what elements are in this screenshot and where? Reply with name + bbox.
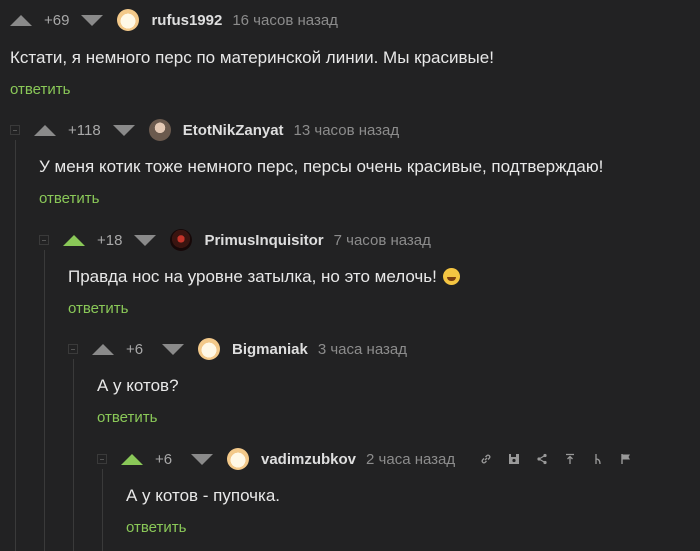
reply-link[interactable]: ответить bbox=[39, 190, 99, 207]
comment-text: Правда нос на уровне затылка, но это мел… bbox=[68, 267, 460, 287]
comment-text: А у котов - пупочка. bbox=[126, 486, 281, 505]
comment-rating: +6 bbox=[126, 340, 144, 358]
comment-rating: +69 bbox=[44, 11, 70, 29]
link-icon[interactable] bbox=[479, 452, 493, 466]
username[interactable]: EtotNikZanyat bbox=[183, 122, 284, 139]
downvote-icon[interactable] bbox=[112, 124, 135, 136]
avatar[interactable] bbox=[148, 119, 171, 141]
username[interactable]: vadimzubkov bbox=[261, 451, 356, 468]
comment-header: +6 Bigmaniak 3 часа назад bbox=[68, 338, 407, 360]
branch-icon[interactable] bbox=[591, 452, 605, 466]
username[interactable]: PrimusInquisitor bbox=[204, 232, 323, 249]
reply-link[interactable]: ответить bbox=[68, 300, 128, 317]
thread-line[interactable] bbox=[15, 140, 16, 551]
comment-tools bbox=[465, 452, 633, 466]
comment-text: Кстати, я немного перс по материнской ли… bbox=[10, 48, 494, 67]
downvote-icon[interactable] bbox=[191, 453, 213, 465]
upvote-icon[interactable] bbox=[10, 14, 32, 26]
comment-time[interactable]: 3 часа назад bbox=[318, 341, 407, 358]
reply-link[interactable]: ответить bbox=[97, 409, 157, 426]
comment-time[interactable]: 7 часов назад bbox=[334, 232, 431, 249]
goto-parent-icon[interactable] bbox=[563, 452, 577, 466]
upvote-icon[interactable] bbox=[34, 124, 56, 136]
comment-time[interactable]: 2 часа назад bbox=[366, 451, 455, 468]
thread-line[interactable] bbox=[102, 469, 103, 551]
laughing-emoji-icon bbox=[442, 268, 460, 285]
username[interactable]: rufus1992 bbox=[151, 12, 222, 29]
comment-rating: +6 bbox=[155, 450, 173, 468]
comment-header: +6 vadimzubkov 2 часа назад bbox=[97, 448, 633, 470]
avatar[interactable] bbox=[227, 448, 249, 470]
downvote-icon[interactable] bbox=[81, 14, 104, 26]
comment-header: +18 PrimusInquisitor 7 часов назад bbox=[39, 229, 431, 251]
avatar[interactable] bbox=[170, 229, 193, 251]
avatar[interactable] bbox=[198, 338, 220, 360]
comment-rating: +18 bbox=[97, 231, 123, 249]
downvote-icon[interactable] bbox=[134, 234, 157, 246]
comment-header: +69 rufus1992 16 часов назад bbox=[10, 9, 338, 31]
collapse-button[interactable] bbox=[10, 125, 20, 135]
collapse-button[interactable] bbox=[39, 235, 49, 245]
comment-time[interactable]: 13 часов назад bbox=[294, 122, 400, 139]
upvote-icon[interactable] bbox=[121, 453, 143, 465]
reply-link[interactable]: ответить bbox=[10, 81, 70, 98]
upvote-icon[interactable] bbox=[92, 343, 114, 355]
comment-text: У меня котик тоже немного перс, персы оч… bbox=[39, 157, 604, 176]
thread-line[interactable] bbox=[44, 250, 45, 551]
username[interactable]: Bigmaniak bbox=[232, 341, 308, 358]
upvote-icon[interactable] bbox=[63, 234, 85, 246]
report-flag-icon[interactable] bbox=[619, 452, 633, 466]
share-icon[interactable] bbox=[535, 452, 549, 466]
comment-text: А у котов? bbox=[97, 376, 179, 395]
collapse-button[interactable] bbox=[68, 344, 78, 354]
comment-rating: +118 bbox=[68, 121, 101, 139]
reply-link[interactable]: ответить bbox=[126, 519, 186, 536]
avatar[interactable] bbox=[117, 9, 140, 31]
collapse-button[interactable] bbox=[97, 454, 107, 464]
downvote-icon[interactable] bbox=[162, 343, 184, 355]
thread-line[interactable] bbox=[73, 359, 74, 551]
comment-text-content: Правда нос на уровне затылка, но это мел… bbox=[68, 267, 437, 286]
comment-time[interactable]: 16 часов назад bbox=[232, 12, 338, 29]
comment-header: +118 EtotNikZanyat 13 часов назад bbox=[10, 119, 399, 141]
save-icon[interactable] bbox=[507, 452, 521, 466]
